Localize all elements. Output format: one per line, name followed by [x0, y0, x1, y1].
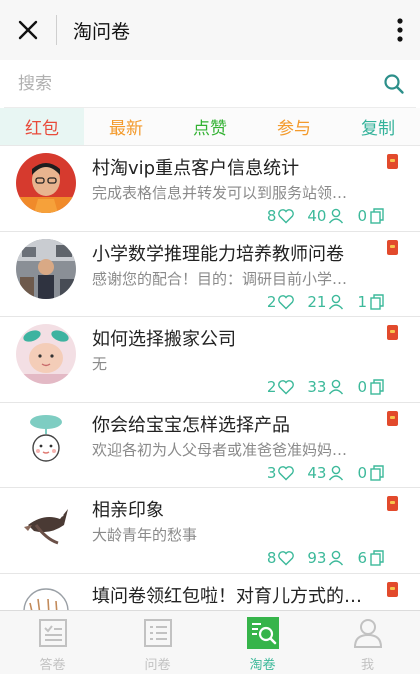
- survey-title: 村淘vip重点客户信息统计: [92, 158, 300, 179]
- tab-hongbao[interactable]: 红包: [0, 108, 84, 145]
- nav-label: 答卷: [39, 658, 66, 673]
- like-count[interactable]: 3: [267, 464, 296, 482]
- survey-stats: 8 40 0: [255, 207, 386, 225]
- copy-icon: [370, 293, 384, 310]
- avatar: [16, 153, 76, 213]
- copy-count[interactable]: 0: [357, 207, 386, 225]
- red-packet-icon: [387, 410, 398, 426]
- survey-title: 填问卷领红包啦！对育儿方式的…: [92, 585, 362, 607]
- participant-count: 33: [307, 378, 345, 396]
- survey-stats: 2 21 1: [255, 293, 386, 311]
- avatar: [16, 238, 76, 299]
- search-button[interactable]: [372, 62, 416, 106]
- copy-count[interactable]: 6: [357, 549, 386, 567]
- nav-me[interactable]: 我: [315, 611, 420, 674]
- survey-description: 完成表格信息并转发可以到服务站领…: [92, 184, 348, 202]
- person-icon: [329, 294, 344, 309]
- close-icon: [18, 20, 38, 40]
- bottom-nav: 答卷 问卷 淘卷 我: [0, 610, 420, 674]
- questionnaire-list-icon: [141, 616, 175, 650]
- survey-stats: 3 43 0: [255, 464, 386, 482]
- nav-label: 淘卷: [249, 658, 276, 673]
- person-icon: [329, 208, 344, 224]
- copy-count[interactable]: 0: [357, 378, 386, 396]
- nav-answers[interactable]: 答卷: [0, 611, 105, 674]
- search-bar: [4, 60, 416, 108]
- filter-tabs: 红包 最新 点赞 参与 复制: [0, 108, 420, 146]
- avatar: [16, 324, 76, 384]
- person-icon: [351, 616, 385, 650]
- heart-icon: [278, 209, 295, 224]
- heart-icon: [278, 465, 295, 480]
- list-item[interactable]: 小学数学推理能力培养教师问卷 感谢您的配合！目的：调研目前小学… 2 21 1: [0, 232, 420, 317]
- page-title: 淘问卷: [73, 20, 131, 43]
- copy-icon: [370, 464, 384, 481]
- copy-icon: [370, 208, 384, 224]
- like-count[interactable]: 2: [267, 378, 296, 396]
- heart-icon: [278, 294, 295, 309]
- survey-stats: 2 33 0: [255, 378, 386, 396]
- copy-icon: [370, 550, 384, 566]
- answer-list-icon: [36, 616, 70, 650]
- like-count[interactable]: 2: [267, 293, 296, 311]
- red-packet-icon: [387, 239, 398, 255]
- close-button[interactable]: [0, 0, 56, 60]
- list-item[interactable]: 如何选择搬家公司 无 2 33 0: [0, 317, 420, 403]
- copy-icon: [370, 379, 384, 395]
- title-bar: 淘问卷: [0, 0, 420, 60]
- survey-description: 大龄青年的愁事: [92, 526, 198, 544]
- avatar: [16, 580, 76, 610]
- heart-icon: [278, 380, 295, 395]
- survey-title: 相亲印象: [92, 500, 164, 521]
- nav-label: 问卷: [144, 658, 171, 673]
- more-button[interactable]: [380, 0, 420, 60]
- list-item[interactable]: 相亲印象 大龄青年的愁事 8 93 6: [0, 488, 420, 574]
- red-packet-icon: [387, 496, 398, 511]
- more-vertical-icon: [397, 18, 403, 42]
- participant-count: 21: [307, 293, 345, 311]
- search-survey-icon: [246, 616, 280, 650]
- list-item[interactable]: 村淘vip重点客户信息统计 完成表格信息并转发可以到服务站领… 8 40 0: [0, 146, 420, 232]
- like-count[interactable]: 8: [267, 207, 296, 225]
- survey-title: 你会给宝宝怎样选择产品: [92, 414, 290, 436]
- copy-count[interactable]: 1: [357, 293, 386, 311]
- heart-icon: [278, 551, 295, 566]
- survey-list: 村淘vip重点客户信息统计 完成表格信息并转发可以到服务站领… 8 40 0 小…: [0, 146, 420, 610]
- survey-title: 如何选择搬家公司: [92, 329, 236, 350]
- avatar: [16, 409, 76, 470]
- survey-description: 无: [92, 355, 108, 373]
- survey-title: 小学数学推理能力培养教师问卷: [92, 243, 344, 265]
- header-divider: [56, 15, 57, 45]
- red-packet-icon: [387, 154, 398, 169]
- nav-questionnaires[interactable]: 问卷: [105, 611, 210, 674]
- red-packet-icon: [387, 581, 398, 597]
- tab-likes[interactable]: 点赞: [168, 108, 252, 145]
- copy-count[interactable]: 0: [357, 464, 386, 482]
- survey-stats: 8 93 6: [255, 549, 386, 567]
- participant-count: 43: [307, 464, 345, 482]
- search-input[interactable]: [4, 73, 372, 94]
- participant-count: 93: [307, 549, 345, 567]
- tab-copy[interactable]: 复制: [336, 108, 420, 145]
- participant-count: 40: [307, 207, 345, 225]
- avatar: [16, 495, 76, 555]
- like-count[interactable]: 8: [267, 549, 296, 567]
- survey-description: 感谢您的配合！目的：调研目前小学…: [92, 269, 348, 288]
- nav-explore[interactable]: 淘卷: [210, 611, 315, 674]
- survey-description: 欢迎各初为人父母者或准爸爸准妈妈…: [92, 440, 348, 459]
- nav-label: 我: [360, 658, 374, 673]
- person-icon: [329, 465, 344, 480]
- list-item[interactable]: 填问卷领红包啦！对育儿方式的…: [0, 574, 420, 610]
- tab-participate[interactable]: 参与: [252, 108, 336, 145]
- red-packet-icon: [387, 325, 398, 340]
- tab-latest[interactable]: 最新: [84, 108, 168, 145]
- list-item[interactable]: 你会给宝宝怎样选择产品 欢迎各初为人父母者或准爸爸准妈妈… 3 43 0: [0, 403, 420, 488]
- person-icon: [329, 550, 344, 566]
- person-icon: [329, 379, 344, 395]
- search-icon: [384, 73, 404, 94]
